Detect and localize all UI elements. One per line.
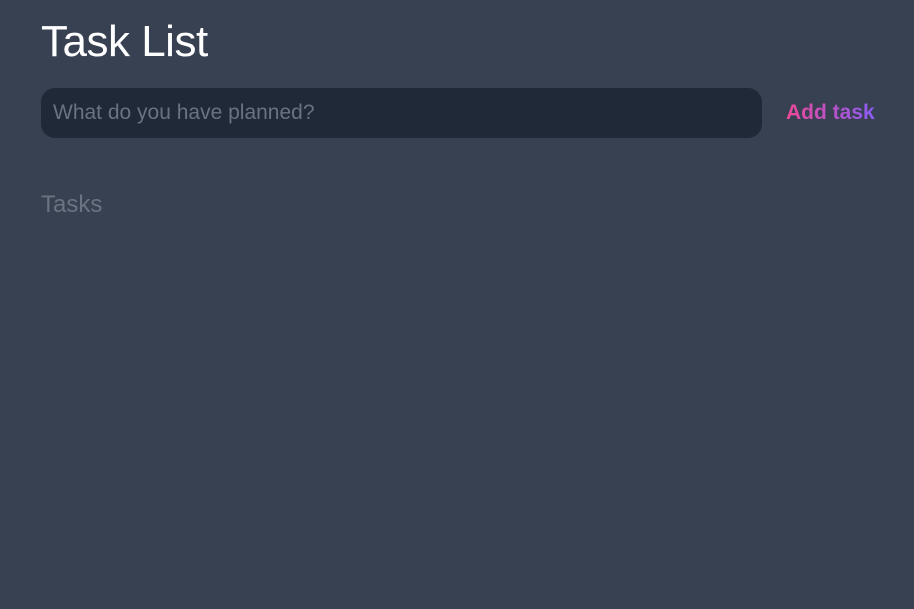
add-task-button[interactable]: Add task xyxy=(786,101,875,125)
task-list-app: Task List Add task Tasks xyxy=(0,0,914,609)
new-task-input[interactable] xyxy=(41,88,762,138)
new-task-form: Add task xyxy=(41,88,878,138)
tasks-heading: Tasks xyxy=(41,191,103,218)
page-title: Task List xyxy=(41,17,208,66)
